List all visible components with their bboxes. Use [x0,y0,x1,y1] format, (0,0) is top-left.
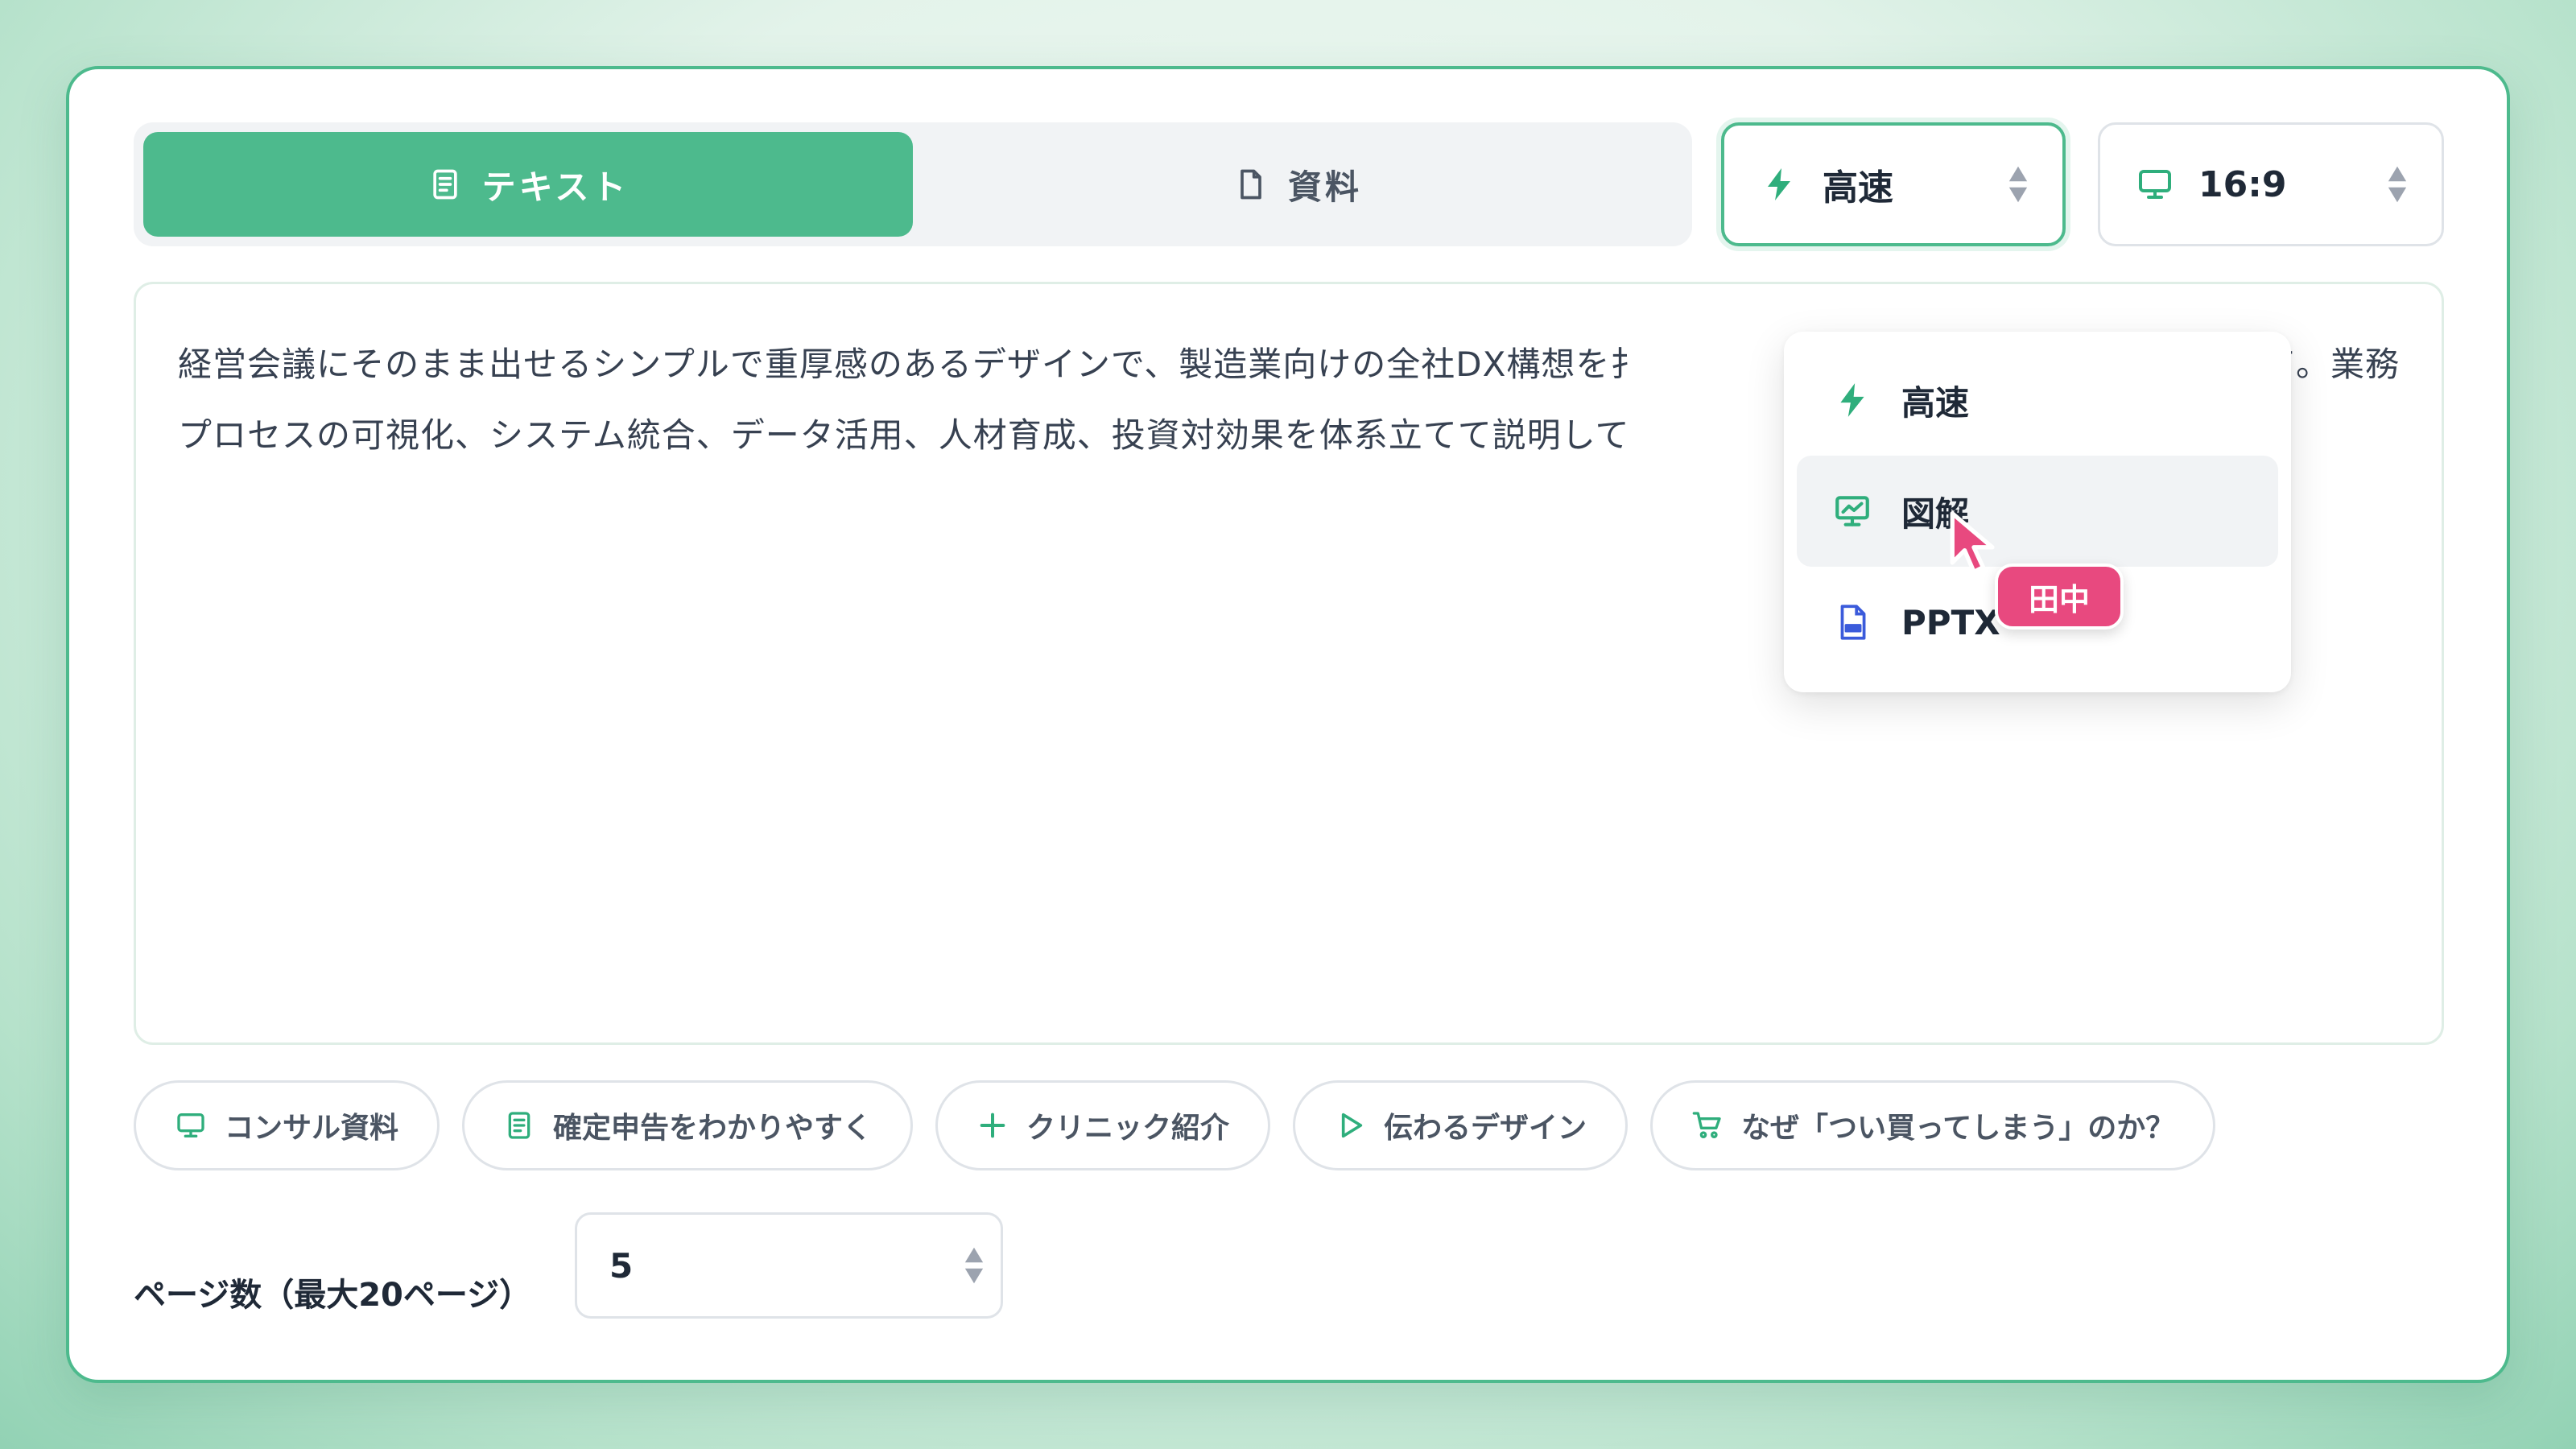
tab-document[interactable]: 資料 [913,132,1682,237]
chip-label: クリニック紹介 [1026,1112,1230,1145]
prompt-line-1-text: 経営会議にそのまま出せるシンプルで重厚感のあるデザインで、製造業向けの全社DX構… [178,345,1645,384]
collaborator-badge: 田中 [1995,564,2124,630]
suggestion-chip-tax-return[interactable]: 確定申告をわかりやすく [462,1080,914,1170]
mode-dropdown-menu: 高速 図解 PPTX [1784,332,2291,692]
document-lines-icon [432,169,457,200]
page-count-label: ページ数（最大20ページ） [134,1277,532,1314]
tab-text-label: テキスト [481,167,630,207]
ppt-file-icon [1840,605,1866,640]
suggestion-chip-design[interactable]: 伝わるデザイン [1293,1080,1629,1170]
chart-presentation-icon [1835,496,1869,526]
select-arrows-icon [2388,166,2407,203]
lightning-icon [1840,383,1864,417]
document-lines-icon [508,1112,530,1139]
lightning-icon [1768,168,1790,200]
mouse-cursor-icon [1950,511,1995,575]
menu-item-label: 高速 [1901,382,1970,423]
menu-item-diagram[interactable]: 図解 [1797,456,2278,567]
chip-label: なぜ「つい買ってしまう」のか？ [1741,1112,2175,1145]
chip-label: コンサル資料 [225,1112,399,1145]
tab-document-label: 資料 [1287,167,1362,207]
monitor-icon [177,1113,204,1137]
select-arrows-icon [964,1247,984,1284]
mode-select-value: 高速 [1823,167,1893,208]
mode-select[interactable]: 高速 [1721,122,2066,246]
suggestion-chips: コンサル資料 確定申告をわかりやすく クリニック紹介 伝わるデザイン なぜ「つい… [134,1080,2216,1170]
tab-text[interactable]: テキスト [143,132,913,237]
plus-icon [980,1113,1005,1138]
page-count-value: 5 [609,1245,634,1286]
menu-item-fast[interactable]: 高速 [1797,345,2278,456]
suggestion-chip-clinic[interactable]: クリニック紹介 [935,1080,1271,1170]
generator-card: テキスト 資料 高速 16:9 経営会議にそのまま出せるシンプルで重厚感のあるデ… [66,66,2510,1383]
aspect-ratio-value: 16:9 [2198,163,2287,205]
menu-item-label: PPTX [1901,602,2000,642]
select-arrows-icon [2008,166,2028,203]
aspect-ratio-select[interactable]: 16:9 [2098,122,2444,246]
input-type-tabs: テキスト 資料 [134,122,1692,246]
cart-icon [1692,1112,1721,1138]
file-icon [1241,169,1261,200]
page-count-select[interactable]: 5 [575,1212,1003,1319]
play-icon [1341,1113,1363,1138]
suggestion-chip-buying[interactable]: なぜ「つい買ってしまう」のか？ [1650,1080,2216,1170]
chip-label: 確定申告をわかりやすく [553,1112,873,1145]
chip-label: 伝わるデザイン [1384,1112,1587,1145]
suggestion-chip-consulting[interactable]: コンサル資料 [134,1080,440,1170]
monitor-icon [2139,170,2171,199]
